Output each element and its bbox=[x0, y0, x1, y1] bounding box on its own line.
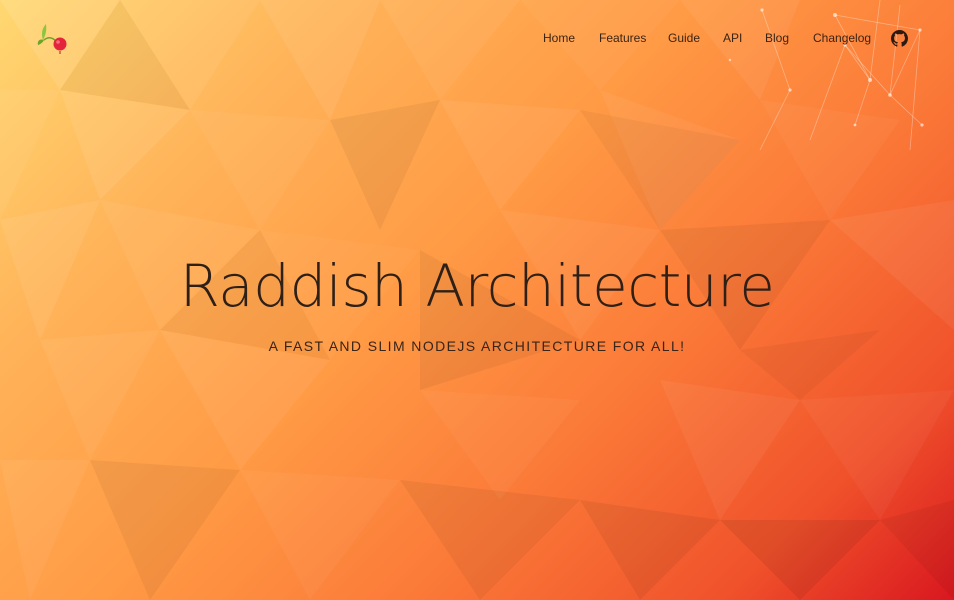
nav-features-link[interactable]: Features bbox=[599, 31, 646, 45]
hero-title: Raddish Architecture bbox=[179, 252, 775, 320]
nav-guide-link[interactable]: Guide bbox=[668, 31, 700, 45]
github-icon[interactable] bbox=[891, 30, 908, 47]
nav-changelog-link[interactable]: Changelog bbox=[813, 31, 871, 45]
nav-menu: Home Features Guide API Blog Changelog bbox=[0, 31, 954, 49]
hero-subtitle: A FAST AND SLIM NODEJS ARCHITECTURE FOR … bbox=[268, 338, 686, 354]
nav-blog-link[interactable]: Blog bbox=[765, 31, 789, 45]
top-navbar: Home Features Guide API Blog Changelog bbox=[0, 0, 954, 80]
nav-api-link[interactable]: API bbox=[723, 31, 742, 45]
nav-home-link[interactable]: Home bbox=[543, 31, 575, 45]
